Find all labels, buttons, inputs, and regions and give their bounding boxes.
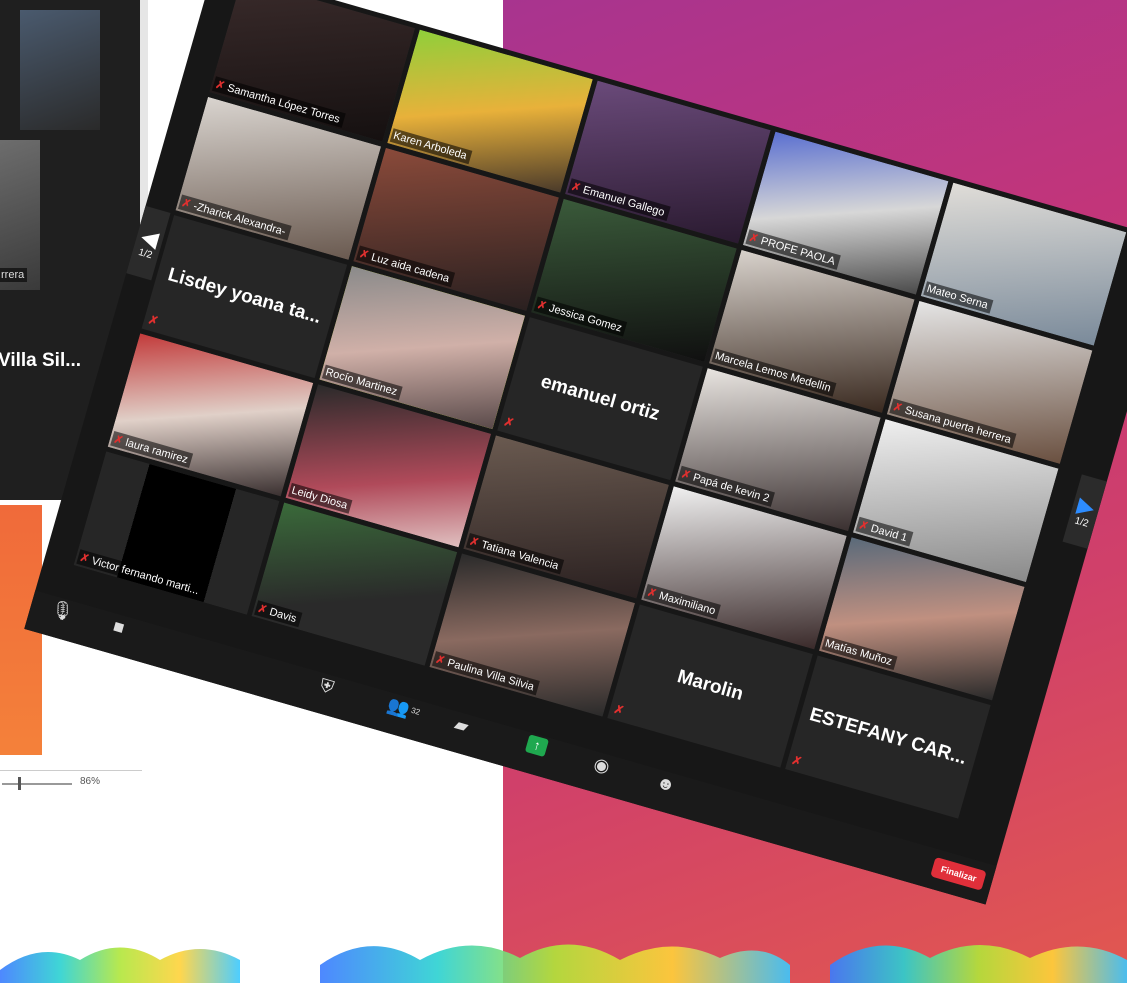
mic-muted-icon: ✗ xyxy=(645,586,659,601)
shield-icon: ⛨ xyxy=(317,674,337,698)
end-meeting-button[interactable]: Finalizar xyxy=(930,857,987,891)
mic-muted-icon: ✗ xyxy=(468,535,481,550)
reactions-button[interactable]: ☻ xyxy=(654,771,678,795)
zoom-slider-thumb[interactable] xyxy=(18,777,21,790)
mic-muted-icon: ✗ xyxy=(256,602,269,617)
chat-button[interactable]: ▰ xyxy=(452,714,471,737)
mic-muted-icon: ✗ xyxy=(679,468,692,483)
chat-bubble-icon: ▰ xyxy=(452,713,472,737)
mic-muted-icon: ✗ xyxy=(857,519,870,534)
microphone-button[interactable]: 🎙 xyxy=(48,598,75,624)
mic-muted-icon: ✗ xyxy=(112,433,125,448)
share-screen-button[interactable]: ↑ xyxy=(524,734,550,758)
participants-count: 32 xyxy=(410,705,422,717)
back-participant-bigname: Villa Sil... xyxy=(0,350,82,371)
page-indicator: 1/2 xyxy=(1073,514,1090,530)
back-participant-name: rrera xyxy=(0,268,28,282)
heart-shape xyxy=(0,947,240,983)
video-button[interactable]: ■ xyxy=(111,616,127,638)
mic-muted-icon: ✗ xyxy=(358,247,371,263)
mic-muted-icon: ✗ xyxy=(891,400,904,416)
mic-muted-icon: ✗ xyxy=(78,551,91,566)
mic-muted-icon: ✗ xyxy=(434,653,447,668)
mic-muted-icon: ✗ xyxy=(569,180,582,195)
mic-muted-icon: ✗ xyxy=(535,298,549,314)
participants-button[interactable]: 👥32 xyxy=(385,694,423,722)
record-icon: ◉ xyxy=(591,753,613,778)
mic-muted-icon: ✗ xyxy=(747,231,760,246)
microphone-icon: 🎙 xyxy=(48,597,76,624)
people-icon: 👥32 xyxy=(384,694,422,720)
security-button[interactable]: ⛨ xyxy=(318,675,336,698)
video-camera-icon: ■ xyxy=(110,615,127,638)
page-indicator: 1/2 xyxy=(137,246,154,261)
hearts-border-decoration xyxy=(0,944,1127,983)
share-screen-icon: ↑ xyxy=(524,734,550,758)
status-bar: 86% xyxy=(0,770,142,797)
heart-shape xyxy=(320,944,790,983)
mic-muted-icon: ✗ xyxy=(214,78,227,93)
zoom-level: 86% xyxy=(80,776,101,787)
back-video-tile xyxy=(20,10,100,130)
heart-shape xyxy=(830,945,1127,983)
smiley-icon: ☻ xyxy=(654,771,678,796)
zoom-slider[interactable] xyxy=(2,783,72,785)
record-button[interactable]: ◉ xyxy=(592,754,613,778)
mic-muted-icon: ✗ xyxy=(180,196,193,212)
